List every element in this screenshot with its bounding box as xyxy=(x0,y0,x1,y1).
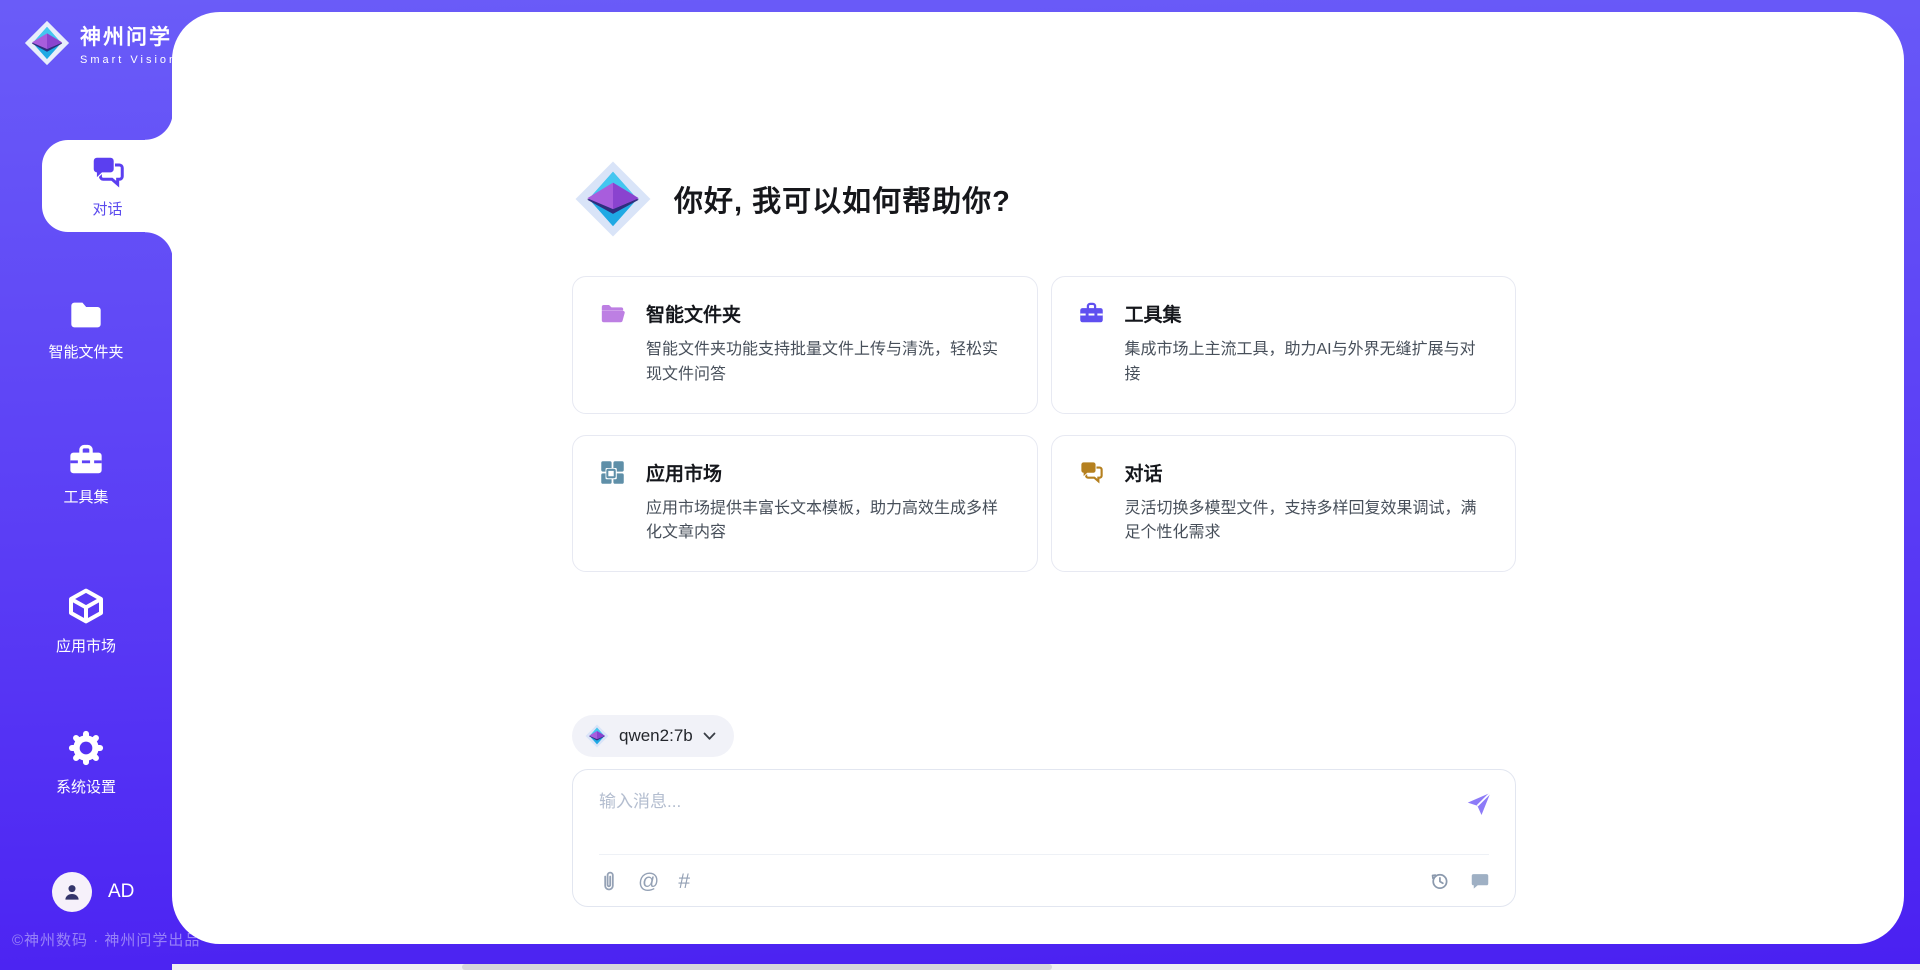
card-description: 集成市场上主流工具，助力AI与外界无缝扩展与对接 xyxy=(1125,338,1490,388)
send-button[interactable] xyxy=(1464,789,1494,819)
sidebar-item-label: 应用市场 xyxy=(56,635,116,656)
app-subtitle: Smart Vision xyxy=(80,54,178,66)
user-profile[interactable]: AD xyxy=(52,872,134,912)
card-description: 灵活切换多模型文件，支持多样回复效果调试，满足个性化需求 xyxy=(1125,497,1490,547)
chevron-down-icon xyxy=(703,732,716,741)
cube-icon xyxy=(66,586,106,626)
mention-icon[interactable]: @ xyxy=(638,871,659,892)
card-title: 对话 xyxy=(1125,459,1163,486)
tab-fillet-bottom xyxy=(145,232,173,260)
card-app-market[interactable]: 应用市场 应用市场提供丰富长文本模板，助力高效生成多样化文章内容 xyxy=(572,435,1038,573)
sidebar-item-app-market[interactable]: 应用市场 xyxy=(0,586,172,656)
gear-icon xyxy=(67,729,105,767)
card-title: 智能文件夹 xyxy=(646,300,741,327)
briefcase-icon xyxy=(1078,300,1105,327)
feedback-bubble-icon[interactable] xyxy=(1469,870,1491,892)
card-toolset[interactable]: 工具集 集成市场上主流工具，助力AI与外界无缝扩展与对接 xyxy=(1051,276,1517,414)
sidebar-item-label: 工具集 xyxy=(63,486,108,507)
history-icon[interactable] xyxy=(1428,870,1450,892)
model-selector[interactable]: qwen2:7b xyxy=(572,715,734,757)
chat-bubbles-icon xyxy=(89,153,127,191)
app-grid-icon xyxy=(599,459,626,486)
model-logo-icon xyxy=(585,724,609,748)
paperclip-icon[interactable] xyxy=(599,870,619,892)
sidebar-item-label: 对话 xyxy=(92,198,122,219)
folder-open-icon xyxy=(599,300,626,327)
tab-fillet-top xyxy=(145,112,173,140)
app-name: 神州问学 xyxy=(80,21,178,51)
message-composer: @ # xyxy=(572,769,1516,907)
card-title: 工具集 xyxy=(1125,300,1182,327)
greeting-row: 你好, 我可以如何帮助你? xyxy=(574,160,1011,238)
greeting-title: 你好, 我可以如何帮助你? xyxy=(674,178,1011,220)
main-content-panel: 你好, 我可以如何帮助你? 智能文件夹 智能文件夹功能支持批量文件上传与清洗，轻… xyxy=(172,12,1904,944)
avatar xyxy=(52,872,92,912)
horizontal-scrollbar[interactable] xyxy=(172,964,1920,970)
card-description: 智能文件夹功能支持批量文件上传与清洗，轻松实现文件问答 xyxy=(646,338,1011,388)
toolbox-icon xyxy=(67,441,105,477)
sidebar-item-label: 智能文件夹 xyxy=(48,341,123,362)
scrollbar-thumb[interactable] xyxy=(462,964,1052,970)
sidebar-item-chat[interactable]: 对话 xyxy=(42,140,173,232)
copyright-text: ©神州数码 · 神州问学出品 xyxy=(12,929,200,950)
model-name: qwen2:7b xyxy=(619,726,693,746)
sidebar-item-toolset[interactable]: 工具集 xyxy=(0,441,172,507)
user-name: AD xyxy=(108,881,134,903)
sidebar-item-label: 系统设置 xyxy=(56,776,116,797)
chat-bubbles-icon xyxy=(1078,459,1105,486)
card-smart-folder[interactable]: 智能文件夹 智能文件夹功能支持批量文件上传与清洗，轻松实现文件问答 xyxy=(572,276,1038,414)
folder-icon xyxy=(67,298,105,332)
app-logo: 神州问学 Smart Vision xyxy=(24,20,178,66)
feature-cards: 智能文件夹 智能文件夹功能支持批量文件上传与清洗，轻松实现文件问答 xyxy=(572,276,1516,572)
brand-diamond-icon xyxy=(24,20,70,66)
brand-diamond-icon xyxy=(574,160,652,238)
sidebar-item-smart-folder[interactable]: 智能文件夹 xyxy=(0,298,172,362)
card-description: 应用市场提供丰富长文本模板，助力高效生成多样化文章内容 xyxy=(646,497,1011,547)
message-input[interactable] xyxy=(599,787,1439,845)
card-chat[interactable]: 对话 灵活切换多模型文件，支持多样回复效果调试，满足个性化需求 xyxy=(1051,435,1517,573)
card-title: 应用市场 xyxy=(646,459,722,486)
hash-icon[interactable]: # xyxy=(678,871,690,892)
sidebar-item-settings[interactable]: 系统设置 xyxy=(0,729,172,797)
